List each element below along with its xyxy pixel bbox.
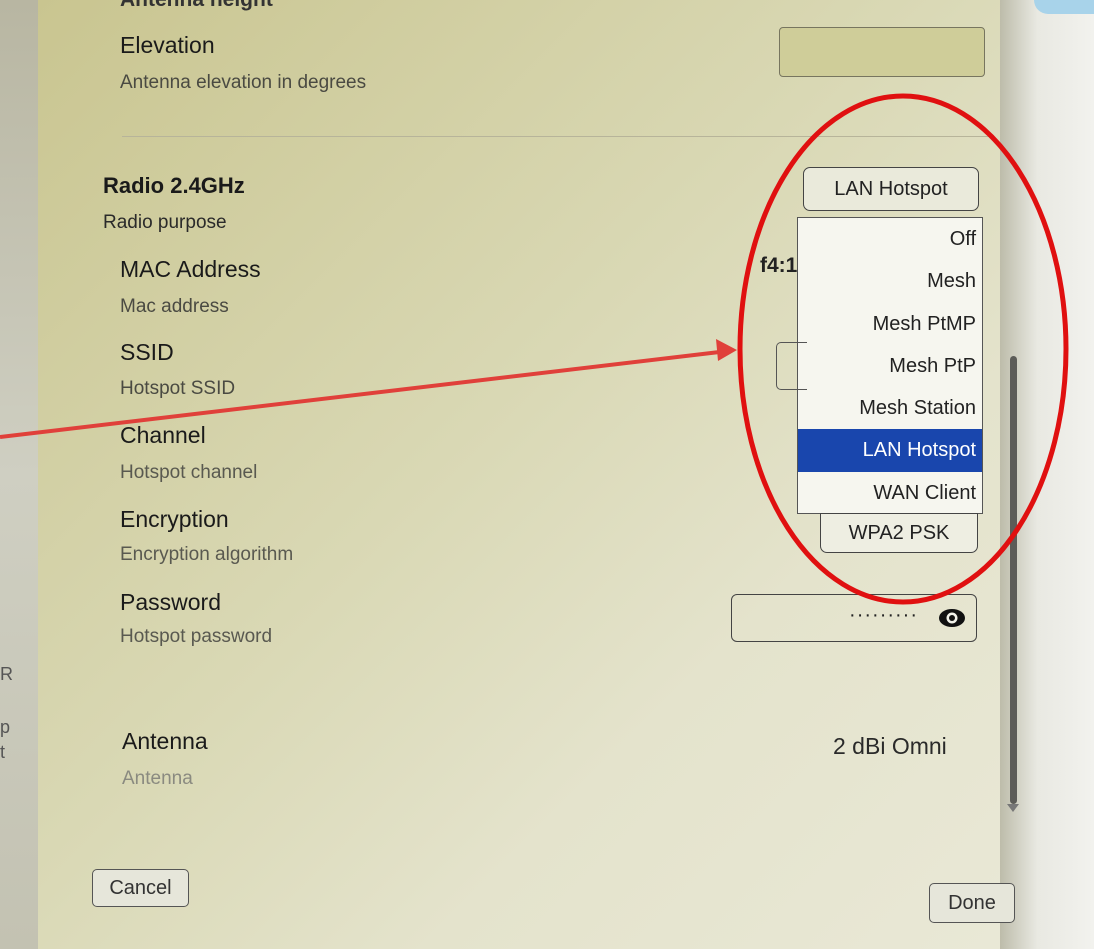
radio-purpose-dropdown: Off Mesh Mesh PtMP Mesh PtP Mesh Station… xyxy=(797,217,983,514)
radio-purpose-select[interactable]: LAN Hotspot xyxy=(803,167,979,211)
ssid-label: SSID xyxy=(120,339,174,365)
dropdown-option-mesh-ptp[interactable]: Mesh PtP xyxy=(798,345,982,387)
scroll-down-arrow-icon[interactable] xyxy=(1007,804,1019,812)
ssid-desc: Hotspot SSID xyxy=(120,378,236,399)
cut-off-label: Antenna height xyxy=(120,0,273,12)
offscreen-letter: R xyxy=(0,664,13,684)
encryption-value: WPA2 PSK xyxy=(848,521,950,544)
corner-accent xyxy=(1034,0,1094,14)
antenna-label: Antenna xyxy=(122,728,208,754)
dropdown-option-lan-hotspot[interactable]: LAN Hotspot xyxy=(798,429,982,472)
elevation-input[interactable] xyxy=(779,27,985,77)
dropdown-option-mesh-station[interactable]: Mesh Station xyxy=(798,387,982,429)
encryption-select[interactable]: WPA2 PSK xyxy=(820,513,978,553)
encryption-label: Encryption xyxy=(120,506,229,532)
antenna-desc: Antenna xyxy=(122,768,193,789)
radio-section-title: Radio 2.4GHz xyxy=(103,173,245,198)
password-input[interactable]: ········· xyxy=(731,594,977,642)
cancel-label: Cancel xyxy=(109,876,172,899)
mac-address-value: f4:1 xyxy=(760,254,798,277)
scrollbar-thumb[interactable] xyxy=(1010,356,1017,804)
ssid-input[interactable] xyxy=(776,342,807,390)
radio-purpose-selected: LAN Hotspot xyxy=(834,177,948,200)
dropdown-option-off[interactable]: Off xyxy=(798,218,982,260)
elevation-label: Elevation xyxy=(120,32,215,58)
cancel-button[interactable]: Cancel xyxy=(92,869,189,907)
antenna-value: 2 dBi Omni xyxy=(833,733,947,759)
elevation-desc: Antenna elevation in degrees xyxy=(120,72,367,93)
section-divider xyxy=(122,136,994,137)
channel-label: Channel xyxy=(120,422,206,448)
show-password-eye-icon[interactable] xyxy=(938,606,966,630)
dropdown-option-wan-client[interactable]: WAN Client xyxy=(798,472,982,514)
encryption-desc: Encryption algorithm xyxy=(120,544,294,565)
dropdown-option-mesh-ptmp[interactable]: Mesh PtMP xyxy=(798,303,982,345)
password-label: Password xyxy=(120,589,221,615)
offscreen-letter: t xyxy=(0,742,6,762)
done-label: Done xyxy=(948,891,996,914)
mac-address-label: MAC Address xyxy=(120,256,261,282)
mac-address-desc: Mac address xyxy=(120,296,229,317)
password-desc: Hotspot password xyxy=(120,626,273,647)
done-button[interactable]: Done xyxy=(929,883,1015,923)
radio-purpose-desc: Radio purpose xyxy=(103,212,227,233)
background-left-edge xyxy=(0,0,38,949)
password-value: ········· xyxy=(849,604,918,626)
channel-desc: Hotspot channel xyxy=(120,462,258,483)
dropdown-option-mesh[interactable]: Mesh xyxy=(798,260,982,302)
offscreen-letter: p xyxy=(0,717,11,737)
